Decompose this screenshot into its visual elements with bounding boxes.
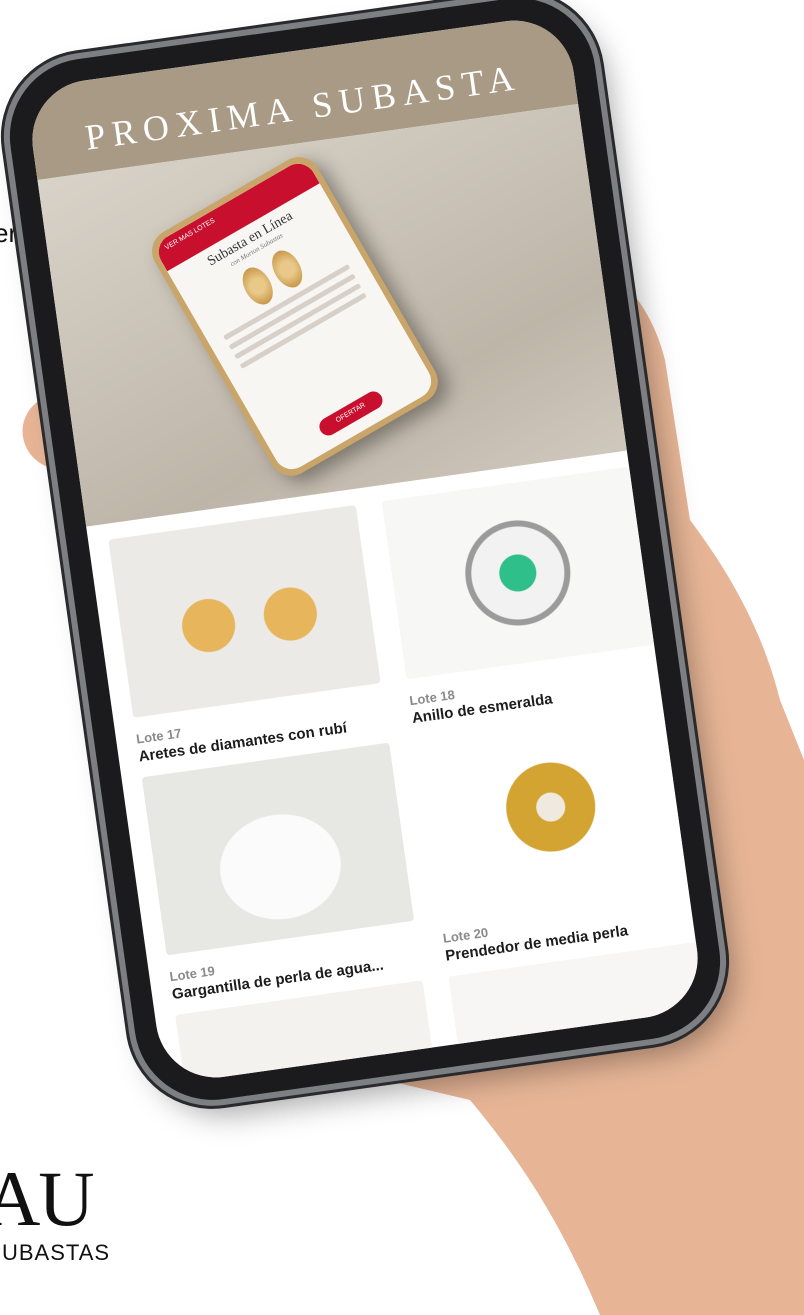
brand-subtitle: UBASTAS (2, 1240, 111, 1265)
hero-image[interactable]: VER MAS LOTES Subasta en Línea con Morto… (37, 104, 627, 527)
brand-logo: IAU (0, 1155, 95, 1242)
mini-phone-screen: VER MAS LOTES Subasta en Línea con Morto… (152, 157, 438, 476)
mini-earring-right (265, 245, 309, 293)
lot-card-18[interactable]: Lote 18 Anillo de esmeralda (381, 466, 661, 727)
lot-card-17[interactable]: Lote 17 Aretes de diamantes con rubí (108, 504, 387, 765)
lot-card-20[interactable]: Lote 20 Prendedor de media perla (414, 704, 694, 965)
lot-image-necklace[interactable] (141, 742, 415, 956)
mini-phone: VER MAS LOTES Subasta en Línea con Morto… (144, 149, 446, 484)
lot-card-19[interactable]: Lote 19 Gargantilla de perla de agua... (141, 742, 421, 1003)
lot-image-brooch[interactable] (414, 704, 688, 918)
lot-image-earrings[interactable] (108, 504, 381, 718)
lot-image-ring[interactable] (381, 466, 655, 680)
mini-offer-button: OFERTAR (316, 388, 386, 439)
